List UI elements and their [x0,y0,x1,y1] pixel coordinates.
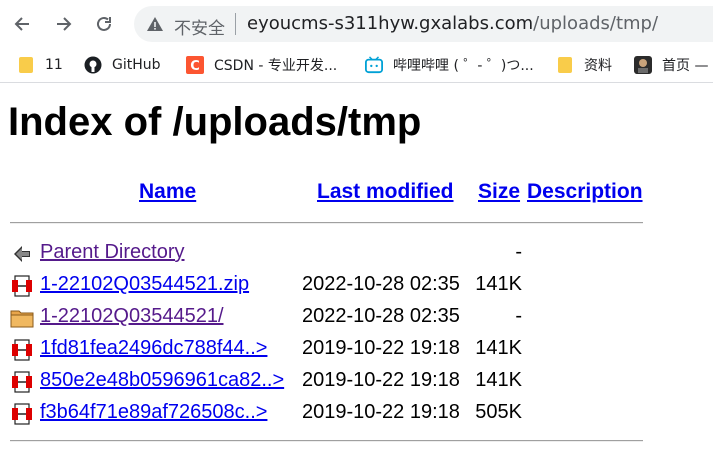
file-size: 141K [475,337,522,359]
table-row: Parent Directory - [8,241,648,269]
file-size: 141K [475,273,522,295]
svg-text:C: C [190,59,200,74]
reload-button[interactable] [90,10,118,38]
arrow-left-icon [14,17,29,31]
column-header-size[interactable]: Size [478,180,520,204]
bookmark-label: CSDN - 专业开发... [214,58,338,74]
bookmark-ziliao[interactable]: 资料 [556,55,612,75]
back-button[interactable] [8,10,36,38]
file-link[interactable]: 850e2e48b0596961ca82..> [40,369,284,392]
csdn-icon: C [186,56,204,74]
insecure-label[interactable]: 不安全 [174,14,225,39]
table-row: 850e2e48b0596961ca82..> 2019-10-22 19:18… [8,369,648,397]
arrow-right-icon [57,17,72,31]
address-separator [235,13,236,35]
url-path: /uploads/tmp/ [533,13,659,34]
table-row: f3b64f71e89af726508c..> 2019-10-22 19:18… [8,401,648,429]
bookmark-label: 哔哩哔哩 ( ゜- ゜)つ... [393,58,534,74]
table-row: 1fd81fea2496dc788f44..> 2019-10-22 19:18… [8,337,648,365]
file-link[interactable]: 1-22102Q03544521.zip [40,273,249,296]
avatar-icon [634,56,652,74]
column-header-name[interactable]: Name [139,180,196,204]
file-size: 141K [475,369,522,391]
back-icon [14,246,30,262]
file-size: 505K [475,401,522,423]
column-header-description[interactable]: Description [527,180,643,204]
bookmark-label: 11 [45,57,63,73]
page-title: Index of /uploads/tmp [8,100,422,144]
bookmark-11[interactable]: 11 [17,55,63,75]
url-text[interactable]: eyoucms-s311hyw.gxalabs.com/uploads/tmp/ [247,13,658,34]
bookmark-bilibili[interactable]: 哔哩哔哩 ( ゜- ゜)つ... [365,55,534,75]
folder-icon [10,310,34,328]
file-icon [12,371,32,393]
forward-button[interactable] [50,10,78,38]
folder-link[interactable]: 1-22102Q03544521/ [40,305,224,328]
file-date: 2019-10-22 19:18 [302,337,460,359]
file-date: 2019-10-22 19:18 [302,369,460,391]
file-date: 2019-10-22 19:18 [302,401,460,423]
bookmark-csdn[interactable]: C CSDN - 专业开发... [186,55,337,75]
warning-icon[interactable] [146,15,164,33]
divider [10,222,643,224]
file-icon [12,403,32,425]
browser-toolbar: 不安全 eyoucms-s311hyw.gxalabs.com/uploads/… [0,0,713,48]
reload-icon [97,16,111,31]
bilibili-icon [365,56,383,74]
bookmark-github[interactable]: GitHub [84,55,161,75]
folder-icon [556,56,574,74]
bookmarks-bar: 11 GitHub C CSDN - 专业开发... 哔哩哔哩 ( ゜- ゜)つ… [0,48,713,83]
divider [10,440,643,442]
column-header-last-modified[interactable]: Last modified [317,180,454,204]
file-link[interactable]: f3b64f71e89af726508c..> [40,401,267,424]
file-date: 2022-10-28 02:35 [302,305,460,327]
url-host: eyoucms-s311hyw.gxalabs.com [247,13,534,34]
file-icon [12,275,32,297]
folder-icon [17,56,35,74]
parent-directory-link[interactable]: Parent Directory [40,241,185,264]
bookmark-label: 资料 [584,58,612,74]
table-row: 1-22102Q03544521/ 2022-10-28 02:35 - [8,305,648,333]
github-icon [84,56,102,74]
bookmark-label: GitHub [112,57,161,73]
file-icon [12,339,32,361]
table-row: 1-22102Q03544521.zip 2022-10-28 02:35 14… [8,273,648,301]
address-bar[interactable]: 不安全 eyoucms-s311hyw.gxalabs.com/uploads/… [134,6,713,42]
file-size: - [515,241,522,263]
file-link[interactable]: 1fd81fea2496dc788f44..> [40,337,267,360]
bookmark-label: 首页 — [662,58,709,74]
bookmark-home[interactable]: 首页 — [634,55,708,75]
file-date: 2022-10-28 02:35 [302,273,460,295]
file-size: - [515,305,522,327]
